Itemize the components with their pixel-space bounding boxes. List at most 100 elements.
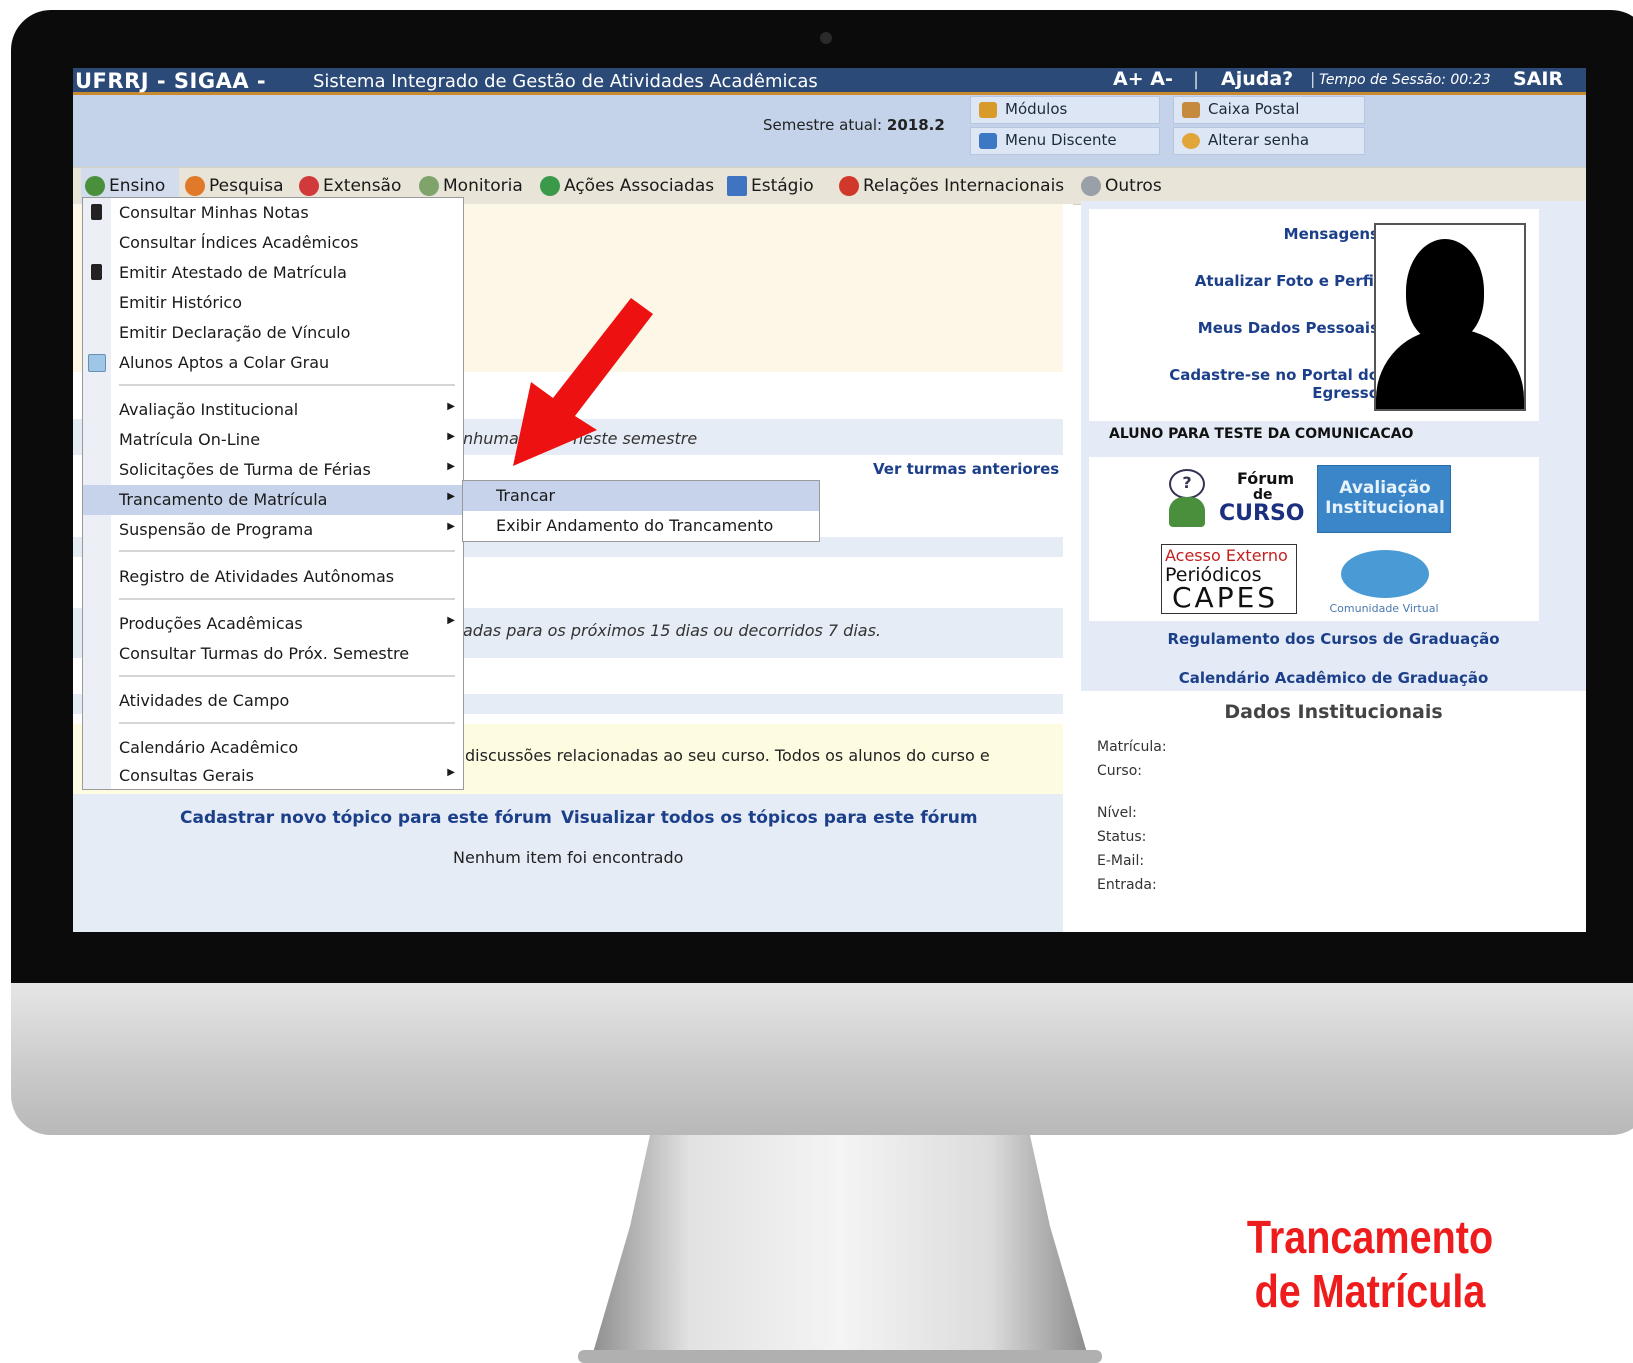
right-sidebar: Mensagens Atualizar Foto e Perfil Meus D… [1081,201,1586,932]
ver-turmas-link[interactable]: Ver turmas anteriores [873,460,1059,478]
menu-item-label: Avaliação Institucional [119,400,299,419]
new-topic-link[interactable]: Cadastrar novo tópico para este fórum [180,808,552,828]
dados-panel: Dados Institucionais Matrícula: Curso: N… [1081,691,1586,932]
chevron-right-icon: ▶ [447,461,455,472]
avatar [1374,223,1526,411]
menu-separator [119,598,455,600]
submenu-item-label: Trancar [496,486,556,505]
menu-item-label: Calendário Acadêmico [119,738,299,757]
menu-item-producoes-academicas[interactable]: Produções Acadêmicas ▶ [83,609,463,639]
update-photo-link[interactable]: Atualizar Foto e Perfil [1195,272,1379,290]
menu-item-emitir-atestado[interactable]: Emitir Atestado de Matrícula [83,258,463,288]
mailbox-icon [1182,102,1200,118]
personal-data-link[interactable]: Meus Dados Pessoais [1198,319,1379,337]
modules-button[interactable]: Módulos [970,96,1160,124]
menu-item-consultar-notas[interactable]: Consultar Minhas Notas [83,198,463,228]
box-icon [979,102,997,118]
menu-item-alunos-aptos[interactable]: Alunos Aptos a Colar Grau [83,348,463,378]
tab-outros[interactable]: Outros [1077,168,1177,204]
camera-icon [820,32,832,44]
badge-text: Fórum [1237,469,1295,488]
monitor-chin [11,983,1633,1135]
chevron-right-icon: ▶ [447,767,455,778]
tab-label: Monitoria [443,176,523,196]
menu-item-turma-ferias[interactable]: Solicitações de Turma de Férias ▶ [83,455,463,485]
header-separator: | [1310,69,1316,88]
calculator-icon [91,204,102,220]
tab-label: Outros [1105,176,1162,196]
header-bar: UFRRJ - SIGAA - Sistema Integrado de Ges… [73,68,1586,95]
chevron-right-icon: ▶ [447,431,455,442]
menu-item-emitir-historico[interactable]: Emitir Histórico [83,288,463,318]
menu-item-emitir-declaracao[interactable]: Emitir Declaração de Vínculo [83,318,463,348]
badge-text: Comunidade Virtual [1329,602,1439,615]
menu-item-matricula-online[interactable]: Matrícula On-Line ▶ [83,425,463,455]
speech-bubble-icon [1341,550,1429,598]
tab-label: Extensão [323,176,402,196]
menu-item-trancamento-matricula[interactable]: Trancamento de Matrícula ▶ [83,485,463,515]
ensino-dropdown-menu: Consultar Minhas Notas Consultar Índices… [82,197,464,790]
avaliacao-institucional-badge[interactable]: Avaliação Institucional [1317,465,1451,533]
messages-link[interactable]: Mensagens [1284,225,1379,243]
trophy-icon [419,176,439,196]
menu-item-calendario-academico[interactable]: Calendário Acadêmico [83,733,463,763]
calendario-link[interactable]: Calendário Acadêmico de Graduação [1081,669,1586,687]
caption-line-2: de Matrícula [1254,1265,1486,1317]
capes-badge[interactable]: Acesso Externo Periódicos CAPES [1161,544,1297,614]
menu-item-avaliacao-institucional[interactable]: Avaliação Institucional ▶ [83,395,463,425]
regulamento-link[interactable]: Regulamento dos Cursos de Graduação [1081,630,1586,648]
question-bubble-icon: ? [1169,469,1205,499]
mailbox-button[interactable]: Caixa Postal [1173,96,1365,124]
forum-curso-badge[interactable]: ? Fórum de CURSO [1165,465,1305,533]
menu-item-consultas-gerais[interactable]: Consultas Gerais ▶ [83,761,463,791]
logout-link[interactable]: SAIR [1513,68,1563,90]
egress-portal-link[interactable]: Cadastre-se no Portal do Egresso [1139,366,1379,402]
badge-text: Acesso Externo [1165,546,1288,565]
dados-field: Curso: [1097,763,1142,779]
tab-estagio[interactable]: Estágio [723,168,833,204]
arrow-shape [513,298,653,466]
document-icon [727,176,747,196]
forum-text: discussões relacionadas ao seu curso. To… [465,746,990,765]
empty-message: Nenhum item foi encontrado [453,848,684,867]
menu-item-turmas-proximo-semestre[interactable]: Consultar Turmas do Próx. Semestre [83,639,463,669]
menu-item-consultar-indices[interactable]: Consultar Índices Acadêmicos [83,228,463,258]
network-icon [979,133,997,149]
monitor-stand-base [578,1350,1102,1363]
chevron-right-icon: ▶ [447,401,455,412]
submenu-item-trancar[interactable]: Trancar [463,481,819,511]
font-size-controls[interactable]: A+ A- [1113,68,1173,90]
menu-item-label: Suspensão de Programa [119,520,314,539]
session-timer: Tempo de Sessão: 00:23 [1319,72,1491,88]
dados-field: Entrada: [1097,877,1157,893]
avatar-body [1376,329,1524,409]
globe-icon [85,176,105,196]
semester-value: 2018.2 [886,116,945,134]
view-topics-link[interactable]: Visualizar todos os tópicos para este fó… [561,808,978,828]
menu-item-atividades-campo[interactable]: Atividades de Campo [83,686,463,716]
red-arrow-annotation [513,298,653,466]
help-link[interactable]: Ajuda? [1221,68,1293,90]
submenu-item-exibir-andamento[interactable]: Exibir Andamento do Trancamento [463,511,819,541]
menu-item-label: Emitir Declaração de Vínculo [119,323,351,342]
chevron-right-icon: ▶ [447,521,455,532]
menu-separator [119,384,455,386]
tab-relacoes-internacionais[interactable]: Relações Internacionais [835,168,1075,204]
mailbox-label: Caixa Postal [1208,100,1300,118]
menu-item-label: Emitir Atestado de Matrícula [119,263,347,282]
badge-text: CURSO [1219,501,1305,526]
student-menu-button[interactable]: Menu Discente [970,127,1160,155]
change-password-button[interactable]: Alterar senha [1173,127,1365,155]
system-title[interactable]: UFRRJ - SIGAA - [75,69,266,93]
badge-text: CAPES [1172,581,1279,614]
menu-item-label: Matrícula On-Line [119,430,261,449]
menu-separator [119,550,455,552]
dados-field: E-Mail: [1097,853,1145,869]
menu-item-suspensao-programa[interactable]: Suspensão de Programa ▶ [83,515,463,545]
profile-panel: Mensagens Atualizar Foto e Perfil Meus D… [1089,209,1539,421]
tab-acoes-associadas[interactable]: Ações Associadas [536,168,722,204]
comunidade-virtual-badge[interactable]: Comunidade Virtual [1317,544,1451,615]
menu-item-atividades-autonomas[interactable]: Registro de Atividades Autônomas [83,562,463,592]
semester-label: Semestre atual: [763,116,883,134]
menu-item-label: Solicitações de Turma de Férias [119,460,371,479]
